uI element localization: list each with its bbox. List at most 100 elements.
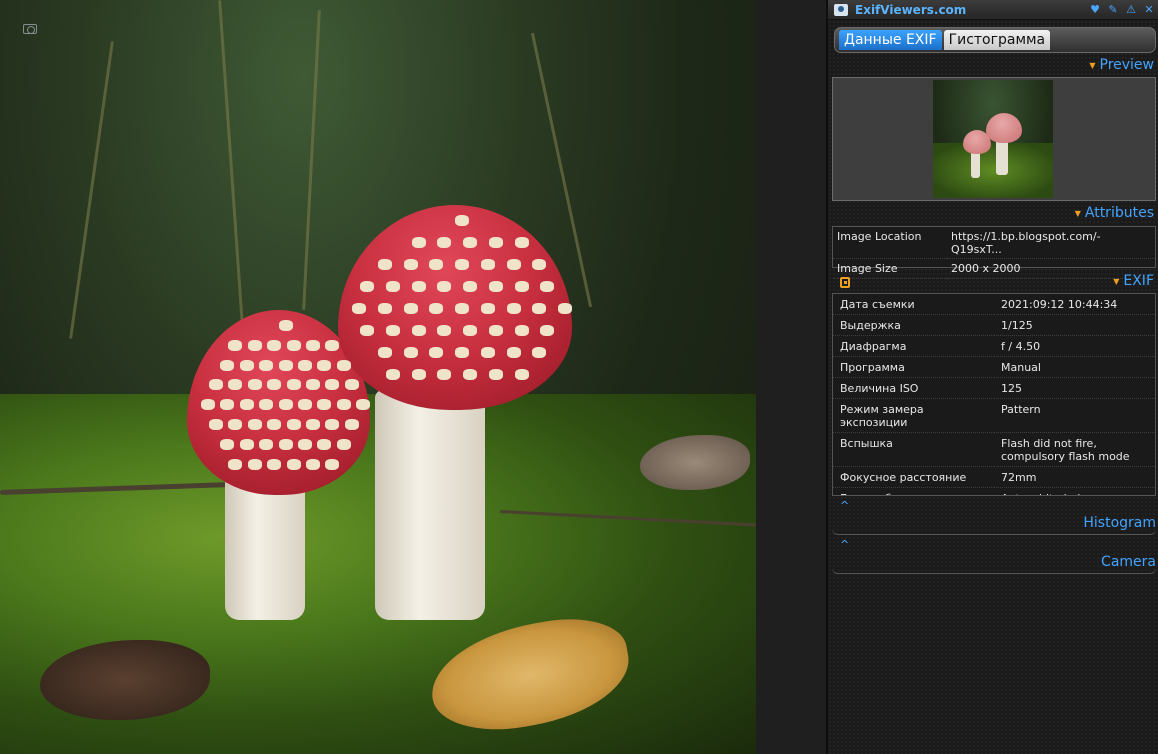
- cap-wart: [532, 302, 547, 314]
- grass-blade: [218, 0, 245, 340]
- cap-wart: [463, 236, 477, 248]
- cap-wart: [455, 302, 469, 314]
- table-row: Баланс белогоAuto white balance: [833, 487, 1155, 495]
- exif-key: Выдержка: [833, 314, 994, 336]
- cap-wart: [385, 324, 400, 336]
- exif-table[interactable]: Дата съемки 2021:09:12 10:44:34 Выдержка 1…: [832, 293, 1156, 496]
- grass-blade: [69, 41, 114, 339]
- cap-wart: [247, 379, 262, 391]
- panel-title[interactable]: ExifViewers.com: [855, 3, 1086, 17]
- cap-wart: [209, 419, 223, 431]
- cap-wart: [463, 280, 477, 292]
- cap-wart: [488, 280, 503, 292]
- expand-caret-icon[interactable]: ^: [840, 499, 849, 512]
- cap-wart: [360, 324, 374, 336]
- exif-section-header[interactable]: ▼ EXIF: [1113, 273, 1154, 289]
- attributes-section-header[interactable]: ▼ Attributes: [1075, 205, 1154, 221]
- cap-wart: [220, 399, 235, 411]
- cap-wart: [437, 280, 452, 292]
- cap-wart: [305, 419, 320, 431]
- cap-wart: [540, 324, 555, 336]
- close-icon[interactable]: ✕: [1140, 3, 1158, 16]
- cap-wart: [344, 379, 359, 391]
- cap-wart: [305, 379, 320, 391]
- tab-histogram[interactable]: Гистограмма: [943, 30, 1051, 50]
- cap-wart: [336, 359, 351, 371]
- collapse-triangle-icon: ▼: [1089, 60, 1096, 70]
- camera-icon[interactable]: [23, 24, 37, 34]
- cap-wart: [286, 339, 301, 351]
- copy-icon[interactable]: [840, 277, 850, 288]
- preview-section-header[interactable]: ▼ Preview: [1089, 57, 1154, 73]
- cap-wart: [278, 320, 293, 331]
- main-photo: [0, 0, 756, 754]
- table-row: Величина ISO 125: [833, 377, 1155, 399]
- exif-value: 1/125: [994, 314, 1155, 336]
- camera-logo-icon: [834, 3, 848, 16]
- cap-wart: [297, 359, 312, 371]
- cap-wart: [247, 339, 262, 351]
- cap-wart: [336, 438, 351, 450]
- cap-wart: [267, 339, 282, 351]
- camera-section[interactable]: ^ Camera: [832, 538, 1156, 574]
- histogram-section-title[interactable]: Histogram: [1083, 515, 1156, 531]
- histogram-section[interactable]: ^ Histogram: [832, 499, 1156, 535]
- attribute-key: Image Size: [833, 258, 947, 279]
- cap-wart: [220, 359, 235, 371]
- exif-section-title: EXIF: [1123, 273, 1154, 289]
- cap-wart: [514, 324, 529, 336]
- cap-wart: [278, 399, 293, 411]
- cap-wart: [325, 339, 340, 351]
- cap-wart: [305, 458, 320, 470]
- table-row: Режим замера экспозиции Pattern: [833, 398, 1155, 433]
- exif-value: 2021:09:12 10:44:34: [994, 294, 1155, 315]
- cap-wart: [201, 399, 215, 411]
- cap-wart: [352, 302, 366, 314]
- preview-box: [832, 77, 1156, 201]
- heart-icon[interactable]: ♥: [1086, 3, 1104, 16]
- thumb-moss: [933, 143, 1053, 198]
- exif-value: 125: [994, 377, 1155, 399]
- cap-wart: [385, 368, 400, 380]
- attributes-section-title: Attributes: [1084, 205, 1154, 221]
- exif-value: Manual: [994, 356, 1155, 378]
- attributes-table: Image Location https://1.bp.blogspot.com…: [832, 226, 1156, 279]
- cap-wart: [455, 346, 469, 358]
- cap-wart: [377, 346, 392, 358]
- cap-wart: [278, 359, 293, 371]
- cap-wart: [228, 458, 243, 470]
- tab-bar: Данные EXIF Гистограмма: [834, 27, 1156, 53]
- cap-wart: [286, 458, 301, 470]
- cap-wart: [455, 258, 469, 270]
- cap-wart: [455, 215, 469, 226]
- cap-wart: [514, 236, 529, 248]
- warning-icon[interactable]: ⚠: [1122, 3, 1140, 16]
- exif-key: Вспышка: [833, 432, 994, 467]
- expand-caret-icon[interactable]: ^: [840, 538, 849, 551]
- cap-wart: [506, 258, 521, 270]
- cap-wart: [403, 258, 418, 270]
- cap-wart: [259, 438, 274, 450]
- cap-wart: [259, 359, 274, 371]
- cap-wart: [506, 302, 521, 314]
- table-row: Фокусное расстояние 72mm: [833, 466, 1155, 488]
- exif-value: 72mm: [994, 466, 1155, 488]
- camera-section-title[interactable]: Camera: [1101, 554, 1156, 570]
- exif-value: f / 4.50: [994, 335, 1155, 357]
- attribute-key: Image Location: [833, 227, 947, 259]
- cap-wart: [463, 368, 477, 380]
- cap-wart: [239, 438, 254, 450]
- cap-wart: [377, 258, 392, 270]
- preview-thumbnail[interactable]: [933, 80, 1053, 198]
- cap-wart: [506, 346, 521, 358]
- cap-wart: [344, 419, 359, 431]
- cap-wart: [247, 419, 262, 431]
- collapse-triangle-icon: ▼: [1113, 276, 1120, 286]
- tab-exif-data[interactable]: Данные EXIF: [839, 30, 942, 50]
- cap-wart: [209, 379, 223, 391]
- cap-wart: [220, 438, 235, 450]
- table-row: Image Location https://1.bp.blogspot.com…: [833, 227, 1155, 259]
- cap-wart: [305, 339, 320, 351]
- wrench-icon[interactable]: ✎: [1104, 3, 1122, 16]
- panel-titlebar: ExifViewers.com ♥ ✎ ⚠ ✕: [828, 0, 1158, 20]
